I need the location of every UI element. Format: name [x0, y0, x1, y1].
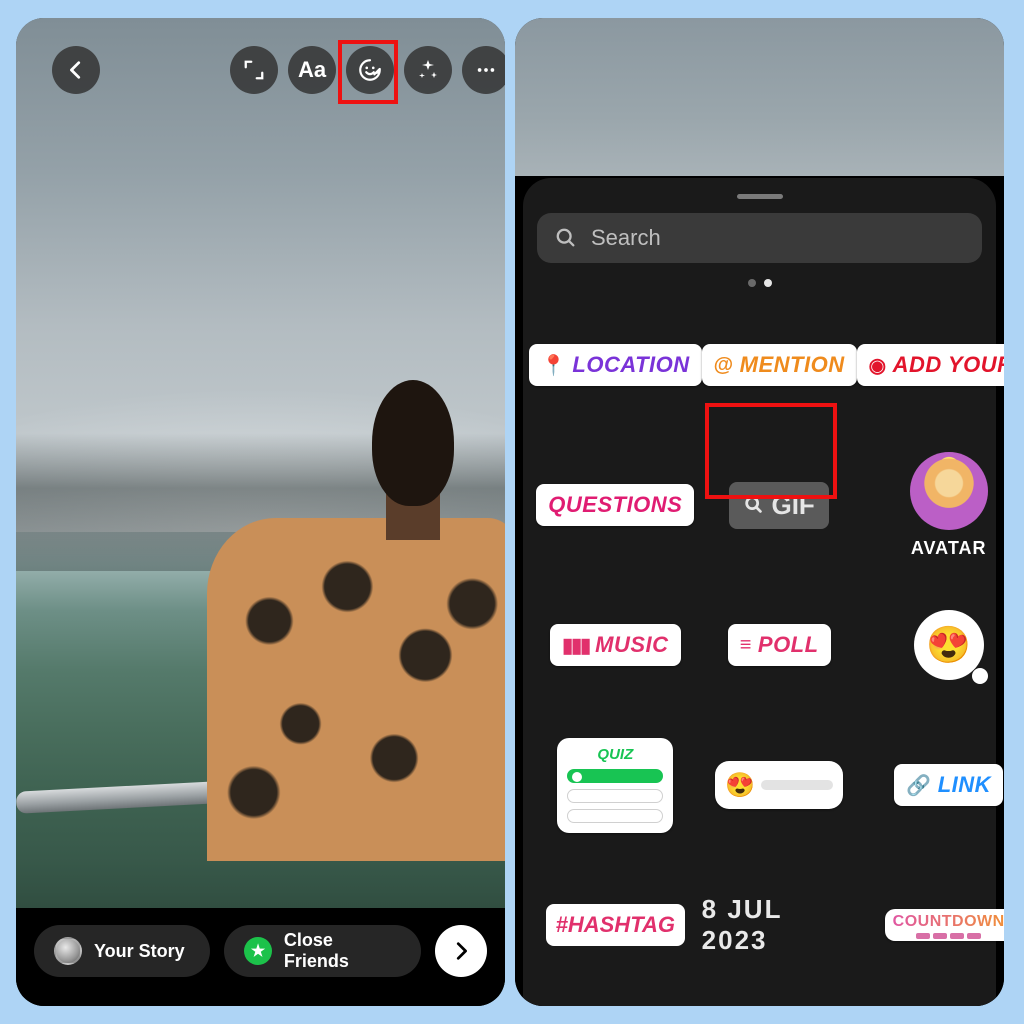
- editor-top-toolbar: Aa: [16, 46, 505, 102]
- sticker-poll[interactable]: ≡ POLL: [728, 624, 831, 666]
- close-friends-button[interactable]: ★ Close Friends: [224, 925, 421, 977]
- search-placeholder: Search: [591, 225, 661, 251]
- sticker-date-label: 8 JUL 2023: [702, 894, 782, 955]
- sticker-avatar[interactable]: AVATAR: [910, 452, 988, 559]
- head: [372, 380, 454, 506]
- sticker-date[interactable]: 8 JUL 2023: [702, 894, 857, 956]
- quiz-option-empty: [567, 809, 663, 823]
- poll-icon: ≡: [740, 634, 752, 657]
- sticker-grid: 📍 LOCATION @ MENTION ◉ ADD YOURS QUESTIO…: [523, 295, 996, 995]
- quiz-option-empty: [567, 789, 663, 803]
- more-button[interactable]: [462, 46, 505, 94]
- sticker-tray-screen: Search 📍 LOCATION @ MENTION ◉ ADD YOURS: [515, 18, 1004, 1006]
- shirt: [207, 518, 505, 862]
- chevron-left-icon: [65, 59, 87, 81]
- sticker-location[interactable]: 📍 LOCATION: [529, 344, 702, 386]
- chevron-right-icon: [450, 940, 472, 962]
- sticker-countdown[interactable]: COUNTDOWN: [885, 909, 1004, 941]
- countdown-bars-icon: [893, 933, 1004, 939]
- story-editor-screen: Aa Your Story: [16, 18, 505, 1006]
- page-dot[interactable]: [748, 279, 756, 287]
- share-bottom-bar: Your Story ★ Close Friends: [16, 908, 505, 1006]
- ellipsis-icon: [475, 59, 497, 81]
- text-button[interactable]: Aa: [288, 46, 336, 94]
- page-dot-active[interactable]: [764, 279, 772, 287]
- text-icon: Aa: [298, 57, 326, 83]
- search-icon: [555, 227, 577, 249]
- sparkle-icon: [416, 58, 440, 82]
- link-icon: 🔗: [906, 773, 931, 798]
- at-icon: @: [714, 354, 734, 377]
- person-silhouette: [221, 334, 505, 907]
- back-button[interactable]: [52, 46, 100, 94]
- next-button[interactable]: [435, 925, 487, 977]
- sticker-poll-label: POLL: [758, 632, 819, 658]
- camera-icon: ◉: [869, 353, 887, 378]
- sticker-avatar-label: AVATAR: [911, 538, 987, 559]
- sticker-bottom-sheet: Search 📍 LOCATION @ MENTION ◉ ADD YOURS: [523, 178, 996, 1006]
- sticker-emoji-slider[interactable]: 😍: [715, 761, 843, 809]
- sticker-music-label: MUSIC: [595, 632, 668, 658]
- sticker-questions[interactable]: QUESTIONS: [536, 484, 694, 526]
- pin-icon: 📍: [541, 353, 566, 378]
- quiz-option-filled: [567, 769, 663, 783]
- sticker-countdown-label: COUNTDOWN: [893, 913, 1004, 931]
- sticker-search[interactable]: Search: [537, 213, 982, 263]
- sticker-link-label: LINK: [938, 772, 991, 798]
- sticker-location-label: LOCATION: [572, 352, 689, 378]
- music-bars-icon: ▮▮▮: [562, 633, 589, 658]
- sticker-hashtag-label: #HASHTAG: [556, 912, 675, 937]
- tutorial-highlight-gif: [705, 403, 837, 499]
- close-friends-label: Close Friends: [284, 930, 401, 972]
- sticker-link[interactable]: 🔗 LINK: [894, 764, 1003, 806]
- your-story-label: Your Story: [94, 941, 185, 962]
- expand-icon: [243, 59, 265, 81]
- resize-button[interactable]: [230, 46, 278, 94]
- heart-eyes-emoji-icon: 😍: [725, 771, 755, 800]
- avatar-icon: [54, 937, 82, 965]
- sticker-mention[interactable]: @ MENTION: [702, 344, 857, 386]
- sticker-quiz-label: QUIZ: [567, 746, 663, 763]
- sticker-music[interactable]: ▮▮▮ MUSIC: [550, 624, 680, 666]
- page-indicator: [523, 279, 996, 287]
- sticker-questions-label: QUESTIONS: [548, 492, 682, 518]
- sticker-add-yours-label: ADD YOURS: [893, 352, 1004, 378]
- sticker-add-yours[interactable]: ◉ ADD YOURS: [857, 344, 1004, 386]
- sticker-hashtag[interactable]: #HASHTAG: [546, 904, 685, 946]
- tutorial-highlight-sticker: [338, 40, 398, 104]
- sticker-emoji-reaction[interactable]: 😍: [914, 610, 984, 680]
- avatar-image-icon: [910, 452, 988, 530]
- sticker-quiz[interactable]: QUIZ: [557, 738, 673, 833]
- heart-eyes-emoji-icon: 😍: [926, 624, 971, 666]
- your-story-button[interactable]: Your Story: [34, 925, 210, 977]
- effects-button[interactable]: [404, 46, 452, 94]
- sticker-mention-label: MENTION: [740, 352, 845, 378]
- slider-track: [761, 780, 833, 790]
- drag-handle[interactable]: [737, 194, 783, 199]
- star-badge-icon: ★: [244, 937, 272, 965]
